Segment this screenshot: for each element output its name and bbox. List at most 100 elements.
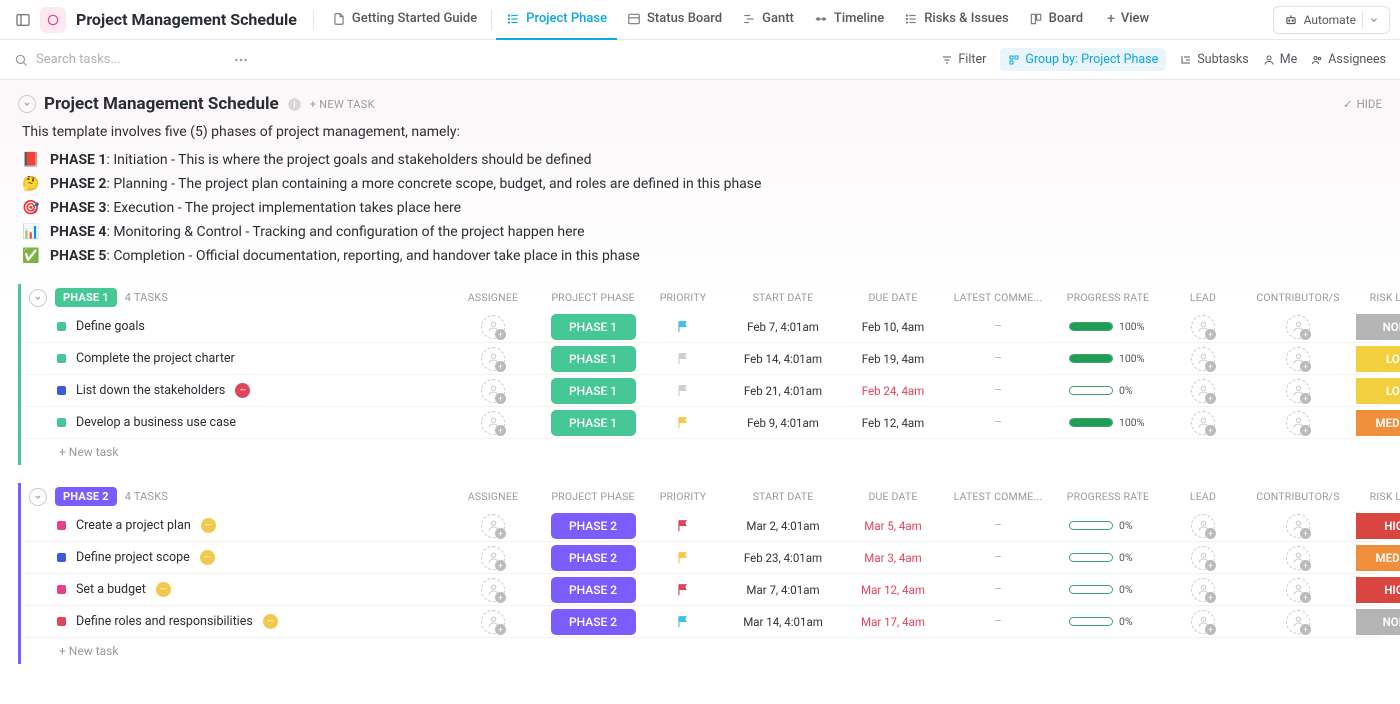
col-start-date[interactable]: START DATE [723, 291, 843, 304]
col-project-phase[interactable]: PROJECT PHASE [543, 490, 643, 503]
progress-cell[interactable]: 100% [1053, 352, 1163, 365]
task-row[interactable]: Create a project plan — + PHASE 2 Mar 2,… [23, 510, 1382, 542]
lead-avatar[interactable]: + [1191, 546, 1215, 570]
group-badge[interactable]: PHASE 1 [55, 288, 117, 307]
risk-level[interactable]: NONE [1356, 314, 1400, 340]
lead-avatar[interactable]: + [1191, 578, 1215, 602]
more-options-icon[interactable] [228, 47, 254, 73]
due-date[interactable]: Mar 3, 4am [843, 551, 943, 565]
tab-board[interactable]: Board [1019, 0, 1093, 40]
tab-status-board[interactable]: Status Board [617, 0, 732, 40]
task-row[interactable]: List down the stakeholders — + PHASE 1 F… [23, 375, 1382, 407]
tab-risks-issues[interactable]: Risks & Issues [894, 0, 1018, 40]
col-latest-comment[interactable]: LATEST COMME... [943, 291, 1053, 304]
phase-pill[interactable]: PHASE 1 [551, 314, 636, 340]
status-square-icon[interactable] [57, 521, 66, 530]
status-square-icon[interactable] [57, 585, 66, 594]
risk-level[interactable]: LOW [1356, 346, 1400, 372]
contributor-avatar[interactable]: + [1286, 347, 1310, 371]
filter-button[interactable]: Filter [941, 52, 986, 67]
phase-pill[interactable]: PHASE 1 [551, 346, 636, 372]
progress-cell[interactable]: 0% [1053, 519, 1163, 532]
task-row[interactable]: Define roles and responsibilities — + PH… [23, 606, 1382, 638]
col-risk-level[interactable]: RISK LEVEL [1353, 291, 1400, 304]
status-square-icon[interactable] [57, 418, 66, 427]
group-badge[interactable]: PHASE 2 [55, 487, 117, 506]
task-row[interactable]: Develop a business use case + PHASE 1 Fe… [23, 407, 1382, 439]
col-lead[interactable]: LEAD [1163, 291, 1243, 304]
contributor-avatar[interactable]: + [1286, 514, 1310, 538]
status-square-icon[interactable] [57, 322, 66, 331]
risk-level[interactable]: NONE [1356, 609, 1400, 635]
col-latest-comment[interactable]: LATEST COMME... [943, 490, 1053, 503]
hide-button[interactable]: ✓ HIDE [1343, 97, 1382, 111]
risk-level[interactable]: HIGH [1356, 577, 1400, 603]
col-due-date[interactable]: DUE DATE [843, 490, 943, 503]
progress-cell[interactable]: 0% [1053, 583, 1163, 596]
contributor-avatar[interactable]: + [1286, 315, 1310, 339]
due-date[interactable]: Feb 12, 4am [843, 416, 943, 430]
col-start-date[interactable]: START DATE [723, 490, 843, 503]
due-date[interactable]: Mar 17, 4am [843, 615, 943, 629]
start-date[interactable]: Mar 2, 4:01am [723, 519, 843, 533]
latest-comment[interactable]: – [943, 582, 1053, 597]
task-row[interactable]: Complete the project charter + PHASE 1 F… [23, 343, 1382, 375]
phase-pill[interactable]: PHASE 1 [551, 410, 636, 436]
progress-cell[interactable]: 0% [1053, 384, 1163, 397]
phase-pill[interactable]: PHASE 2 [551, 545, 636, 571]
lead-avatar[interactable]: + [1191, 514, 1215, 538]
automate-button[interactable]: Automate [1273, 6, 1390, 34]
me-button[interactable]: Me [1263, 52, 1298, 67]
col-contributors[interactable]: CONTRIBUTOR/S [1243, 291, 1353, 304]
assignee-avatar[interactable]: + [481, 315, 505, 339]
assignee-avatar[interactable]: + [481, 411, 505, 435]
new-task-button[interactable]: + NEW TASK [310, 98, 375, 111]
priority-flag-icon[interactable] [676, 519, 690, 533]
lead-avatar[interactable]: + [1191, 315, 1215, 339]
priority-flag-icon[interactable] [676, 384, 690, 398]
task-row[interactable]: Set a budget — + PHASE 2 Mar 7, 4:01am M… [23, 574, 1382, 606]
search-box[interactable] [14, 52, 216, 67]
assignee-avatar[interactable]: + [481, 347, 505, 371]
status-square-icon[interactable] [57, 553, 66, 562]
start-date[interactable]: Feb 14, 4:01am [723, 352, 843, 366]
tab-timeline[interactable]: Timeline [804, 0, 894, 40]
task-row[interactable]: Define goals + PHASE 1 Feb 7, 4:01am Feb… [23, 311, 1382, 343]
project-title[interactable]: Project Management Schedule [76, 10, 297, 29]
col-progress-rate[interactable]: PROGRESS RATE [1053, 490, 1163, 503]
start-date[interactable]: Feb 23, 4:01am [723, 551, 843, 565]
risk-level[interactable]: LOW [1356, 378, 1400, 404]
start-date[interactable]: Feb 7, 4:01am [723, 320, 843, 334]
priority-flag-icon[interactable] [676, 551, 690, 565]
info-icon[interactable]: i [287, 97, 302, 112]
collapse-group-icon[interactable] [29, 488, 47, 506]
lead-avatar[interactable]: + [1191, 411, 1215, 435]
priority-flag-icon[interactable] [676, 416, 690, 430]
start-date[interactable]: Feb 21, 4:01am [723, 384, 843, 398]
progress-cell[interactable]: 0% [1053, 615, 1163, 628]
col-due-date[interactable]: DUE DATE [843, 291, 943, 304]
assignee-avatar[interactable]: + [481, 610, 505, 634]
due-date[interactable]: Feb 19, 4am [843, 352, 943, 366]
col-project-phase[interactable]: PROJECT PHASE [543, 291, 643, 304]
latest-comment[interactable]: – [943, 550, 1053, 565]
col-assignee[interactable]: ASSIGNEE [443, 291, 543, 304]
progress-cell[interactable]: 100% [1053, 416, 1163, 429]
col-priority[interactable]: PRIORITY [643, 490, 723, 503]
priority-flag-icon[interactable] [676, 583, 690, 597]
contributor-avatar[interactable]: + [1286, 578, 1310, 602]
phase-pill[interactable]: PHASE 2 [551, 577, 636, 603]
latest-comment[interactable]: – [943, 351, 1053, 366]
due-date[interactable]: Mar 12, 4am [843, 583, 943, 597]
status-square-icon[interactable] [57, 617, 66, 626]
col-priority[interactable]: PRIORITY [643, 291, 723, 304]
phase-pill[interactable]: PHASE 1 [551, 378, 636, 404]
due-date[interactable]: Mar 5, 4am [843, 519, 943, 533]
contributor-avatar[interactable]: + [1286, 411, 1310, 435]
assignees-button[interactable]: Assignees [1311, 52, 1386, 67]
risk-level[interactable]: MEDIUM [1356, 410, 1400, 436]
status-square-icon[interactable] [57, 386, 66, 395]
contributor-avatar[interactable]: + [1286, 610, 1310, 634]
due-date[interactable]: Feb 10, 4am [843, 320, 943, 334]
chevron-down-icon[interactable] [1362, 11, 1379, 29]
